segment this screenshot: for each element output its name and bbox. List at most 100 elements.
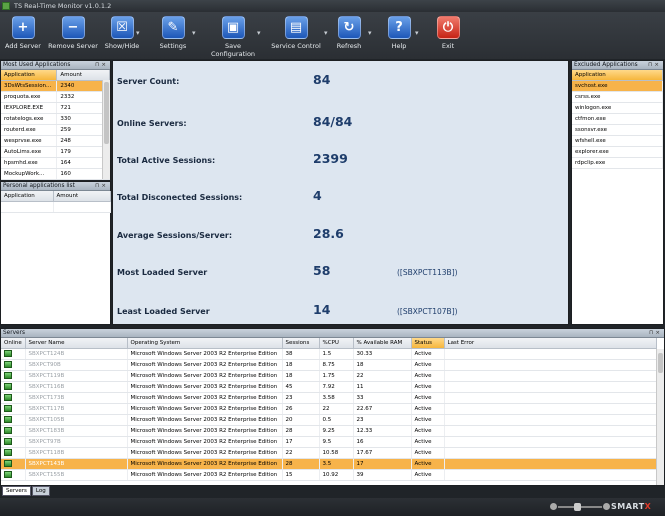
vertical-scrollbar[interactable] <box>102 80 110 179</box>
power-icon: ⏻ <box>436 16 460 39</box>
pin-icon[interactable]: ⊓× <box>649 329 662 338</box>
list-item[interactable]: winlogon.exe <box>572 102 663 114</box>
table-row[interactable]: wesprvse.exe 248 <box>1 135 110 147</box>
list-item[interactable]: explorer.exe <box>572 146 663 158</box>
table-row[interactable]: IEXPLORE.EXE 721 <box>1 102 110 114</box>
zoom-in-icon[interactable] <box>603 503 610 510</box>
server-online-icon <box>4 361 12 368</box>
table-row[interactable]: routerd.exe 259 <box>1 124 110 136</box>
plus-icon: + <box>11 16 35 39</box>
stat-most-loaded: Most Loaded Server 58 ([SBXPCT113B]) <box>117 263 458 278</box>
vertical-scrollbar[interactable] <box>656 349 664 485</box>
column-header-application[interactable]: Application <box>1 191 54 202</box>
pin-icon[interactable]: ⊓× <box>95 61 108 70</box>
zoom-slider[interactable] <box>550 502 610 512</box>
scrollbar-thumb[interactable] <box>658 353 663 373</box>
column-header-sessions[interactable]: Sessions <box>282 338 320 349</box>
table-row[interactable]: AutoLims.exe 179 <box>1 146 110 158</box>
column-header-server-name[interactable]: Server Name <box>25 338 128 349</box>
app-icon <box>2 2 10 10</box>
table-row[interactable]: SBXPCT183B Microsoft Windows Server 2003 … <box>1 425 657 437</box>
zoom-out-icon[interactable] <box>550 503 557 510</box>
tab-log[interactable]: Log <box>31 486 50 496</box>
stat-server-count: Server Count: 84 <box>117 72 331 87</box>
column-header-available-ram[interactable]: % Available RAM <box>353 338 412 349</box>
list-item[interactable]: svchost.exe <box>572 80 663 92</box>
column-header-last-error[interactable]: Last Error <box>444 338 657 349</box>
column-header-amount[interactable]: Amount <box>56 70 110 81</box>
panel-header: Servers ⊓× <box>1 329 664 338</box>
server-online-icon <box>4 460 12 467</box>
exit-button[interactable]: ⏻ Exit <box>418 16 478 50</box>
smartx-logo: SMARTX <box>611 502 652 511</box>
settings-dropdown-arrow[interactable]: ▾ <box>192 29 196 37</box>
server-online-icon <box>4 471 12 478</box>
zoom-slider-thumb[interactable] <box>574 503 581 511</box>
status-bar: SMARTX <box>0 498 665 516</box>
server-online-icon <box>4 427 12 434</box>
help-icon: ? <box>387 16 411 39</box>
bottom-tabs: Servers Log <box>2 486 51 496</box>
most-used-table: Application Amount 3DsWtsSession... 2340 p… <box>1 70 110 180</box>
servers-table: Online Server Name Operating System Sess… <box>1 338 657 481</box>
list-item[interactable]: rdpclip.exe <box>572 157 663 169</box>
most-used-panel: Most Used Applications ⊓× Application Amou… <box>0 60 111 180</box>
statistics-panel: Server Count: 84 Online Servers: 84/84 Tot… <box>112 60 569 325</box>
scrollbar-thumb[interactable] <box>104 82 109 144</box>
column-header-online[interactable]: Online <box>1 338 26 349</box>
column-header-application[interactable]: Application <box>572 70 663 81</box>
server-online-icon <box>4 416 12 423</box>
table-row[interactable]: SBXPCT105B Microsoft Windows Server 2003 … <box>1 414 657 426</box>
column-header-application[interactable]: Application <box>1 70 58 81</box>
save-configuration-button[interactable]: ▣ Save Configuration <box>203 16 263 58</box>
show-hide-dropdown-arrow[interactable]: ▾ <box>136 29 140 37</box>
column-header-operating-system[interactable]: Operating System <box>127 338 283 349</box>
server-online-icon <box>4 383 12 390</box>
excluded-apps-panel: Excluded Applications ⊓× Application svch… <box>571 60 664 325</box>
list-item[interactable]: ctfmon.exe <box>572 113 663 125</box>
column-header-cpu[interactable]: %CPU <box>319 338 354 349</box>
server-icon: ▤ <box>284 16 308 39</box>
column-header-amount[interactable]: Amount <box>53 191 111 202</box>
server-online-icon <box>4 405 12 412</box>
table-row[interactable]: SBXPCT118B Microsoft Windows Server 2003 … <box>1 447 657 459</box>
disk-icon: ▣ <box>221 16 245 39</box>
table-row-selected[interactable]: SBXPCT143B Microsoft Windows Server 2003 … <box>1 458 657 470</box>
minus-icon: − <box>61 16 85 39</box>
table-row[interactable]: SBXPCT97B Microsoft Windows Server 2003 R… <box>1 436 657 448</box>
stat-online-servers: Online Servers: 84/84 <box>117 114 353 129</box>
panel-header: Excluded Applications ⊓× <box>572 61 663 70</box>
table-row[interactable]: SBXPCT155B Microsoft Windows Server 2003 … <box>1 469 657 481</box>
table-row[interactable]: proquota.exe 2332 <box>1 91 110 103</box>
pin-icon[interactable]: ⊓× <box>95 182 108 191</box>
stat-active-sessions: Total Active Sessions: 2399 <box>117 151 348 166</box>
list-item[interactable]: wfshell.exe <box>572 135 663 147</box>
window-title: TS Real-Time Monitor v1.0.1.2 <box>14 2 112 10</box>
personal-apps-panel: Personal applications list ⊓× Application… <box>0 181 111 325</box>
table-row[interactable]: SBXPCT173B Microsoft Windows Server 2003 … <box>1 392 657 404</box>
stat-disconnected-sessions: Total Disconected Sessions: 4 <box>117 188 322 203</box>
window-icon: ☒ <box>110 16 134 39</box>
table-row[interactable]: rotatelogs.exe 330 <box>1 113 110 125</box>
table-row[interactable]: MockupWork... 160 <box>1 168 110 180</box>
table-row[interactable]: SBXPCT124B Microsoft Windows Server 2003 … <box>1 348 657 360</box>
wrench-icon: ✎ <box>161 16 185 39</box>
pin-icon[interactable]: ⊓× <box>648 61 661 70</box>
list-item[interactable]: csrss.exe <box>572 91 663 103</box>
service-control-button[interactable]: ▤ Service Control <box>266 16 326 50</box>
table-row[interactable]: hpsmhd.exe 164 <box>1 157 110 169</box>
stat-average-sessions: Average Sessions/Server: 28.6 <box>117 226 344 241</box>
toolbar: + Add Server − Remove Server ☒ Show/Hide ▾ … <box>0 12 665 59</box>
table-row[interactable]: SBXPCT117B Microsoft Windows Server 2003 … <box>1 403 657 415</box>
table-row[interactable]: SBXPCT119B Microsoft Windows Server 2003 … <box>1 370 657 382</box>
refresh-icon: ↻ <box>337 16 361 39</box>
list-item[interactable]: ssonsvr.exe <box>572 124 663 136</box>
panel-header: Personal applications list ⊓× <box>1 182 110 191</box>
table-row[interactable]: SBXPCT90B Microsoft Windows Server 2003 R… <box>1 359 657 371</box>
server-online-icon <box>4 449 12 456</box>
column-header-status[interactable]: Status <box>411 338 445 349</box>
save-dropdown-arrow[interactable]: ▾ <box>257 29 261 37</box>
tab-servers[interactable]: Servers <box>2 486 31 496</box>
table-row[interactable]: 3DsWtsSession... 2340 <box>1 80 110 92</box>
table-row[interactable]: SBXPCT116B Microsoft Windows Server 2003 … <box>1 381 657 393</box>
